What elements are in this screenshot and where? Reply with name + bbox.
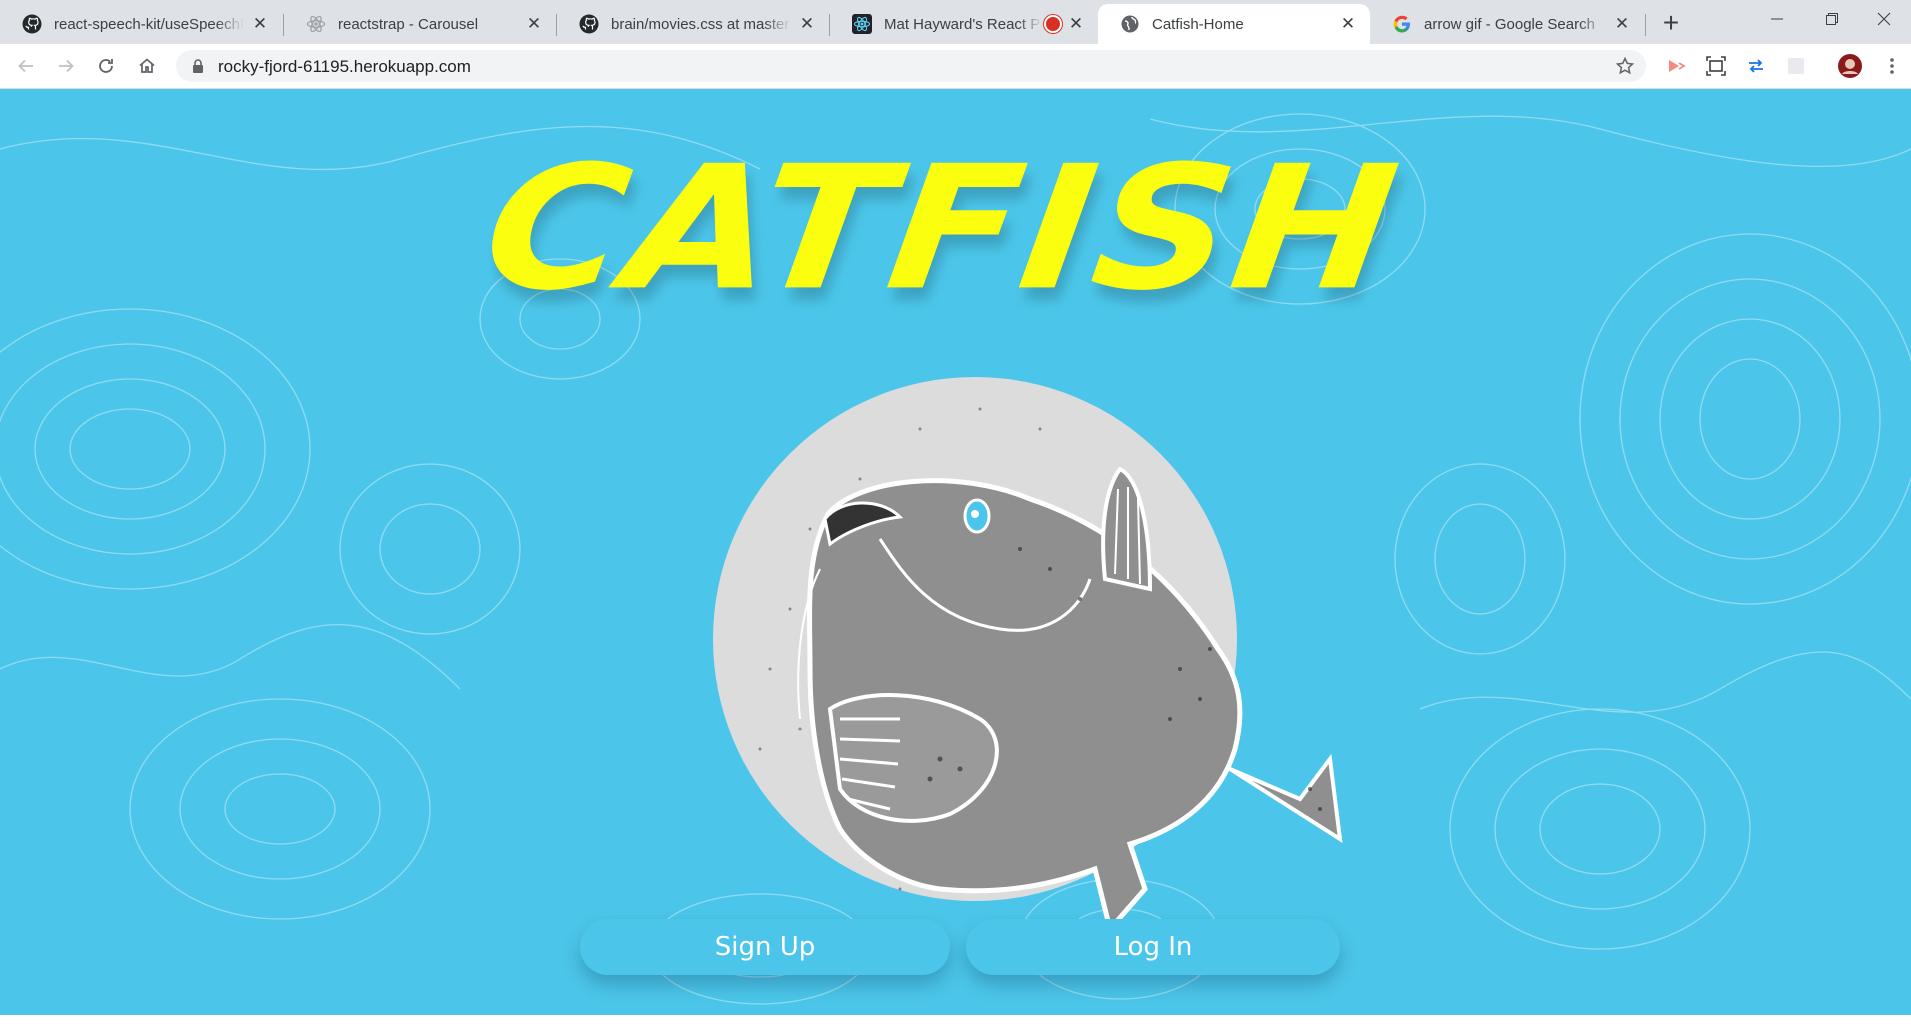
new-tab-button[interactable]: +	[1656, 7, 1686, 38]
profile-avatar-icon[interactable]	[1834, 50, 1866, 82]
tab-react-speech-kit[interactable]: react-speech-kit/useSpeechRecognition ✕	[0, 4, 282, 44]
back-icon[interactable]	[10, 50, 42, 82]
window-bottom-edge	[0, 1015, 1911, 1030]
tab-title: react-speech-kit/useSpeechRecognition	[54, 15, 244, 33]
tab-title: Mat Hayward's React Portfolio	[884, 15, 1042, 33]
reload-icon[interactable]	[90, 50, 122, 82]
tab-close-icon[interactable]: ✕	[1066, 14, 1086, 34]
tab-title: Catfish-Home	[1152, 15, 1244, 33]
bookmark-star-icon[interactable]	[1614, 55, 1636, 77]
tab-close-icon[interactable]: ✕	[524, 14, 544, 34]
react-gear-icon	[306, 14, 326, 34]
tab-brain-movies[interactable]: brain/movies.css at master · 2 ✕	[557, 4, 829, 44]
restore-icon[interactable]	[1802, 0, 1862, 38]
browser-toolbar: rocky-fjord-61195.herokuapp.com	[0, 44, 1911, 89]
sync-arrows-icon[interactable]	[1740, 50, 1772, 82]
address-bar[interactable]: rocky-fjord-61195.herokuapp.com	[176, 50, 1646, 82]
github-icon	[579, 14, 599, 34]
tab-title: arrow gif - Google Search	[1424, 15, 1595, 33]
extension-cast-icon[interactable]	[1660, 50, 1692, 82]
tab-divider	[1645, 14, 1646, 36]
close-window-icon[interactable]	[1857, 0, 1911, 38]
catfish-logo-text: CATFISH	[473, 129, 1410, 328]
tab-title: brain/movies.css at master · 2	[611, 15, 791, 33]
tab-title: reactstrap - Carousel	[338, 15, 479, 33]
page-content: CATFISH Sign Up Log In	[0, 89, 1911, 1015]
tab-close-icon[interactable]: ✕	[1338, 14, 1358, 34]
tab-reactstrap-carousel[interactable]: reactstrap - Carousel ✕	[284, 4, 556, 44]
home-icon[interactable]	[131, 50, 163, 82]
lock-icon	[190, 58, 206, 74]
forward-icon[interactable]	[50, 50, 82, 82]
globe-icon	[1120, 14, 1140, 34]
react-icon	[852, 14, 872, 34]
tab-react-portfolio[interactable]: Mat Hayward's React Portfolio ✕	[830, 4, 1098, 44]
recording-indicator-icon	[1046, 17, 1060, 31]
screen-capture-icon[interactable]	[1700, 50, 1732, 82]
extension-puzzle-icon[interactable]	[1780, 50, 1812, 82]
tab-catfish-home[interactable]: Catfish-Home ✕	[1098, 4, 1370, 44]
tab-strip: react-speech-kit/useSpeechRecognition ✕ …	[0, 0, 1911, 44]
log-in-button[interactable]: Log In	[966, 919, 1340, 975]
catfish-illustration	[713, 377, 1343, 935]
tab-close-icon[interactable]: ✕	[250, 14, 270, 34]
minimize-icon[interactable]	[1747, 0, 1807, 38]
tab-google-search[interactable]: arrow gif - Google Search ✕	[1370, 4, 1644, 44]
sign-up-button[interactable]: Sign Up	[580, 919, 950, 975]
menu-kebab-icon[interactable]	[1876, 50, 1908, 82]
github-icon	[22, 14, 42, 34]
tab-close-icon[interactable]: ✕	[1612, 14, 1632, 34]
url-text: rocky-fjord-61195.herokuapp.com	[218, 57, 471, 76]
tab-close-icon[interactable]: ✕	[797, 14, 817, 34]
google-icon	[1392, 14, 1412, 34]
